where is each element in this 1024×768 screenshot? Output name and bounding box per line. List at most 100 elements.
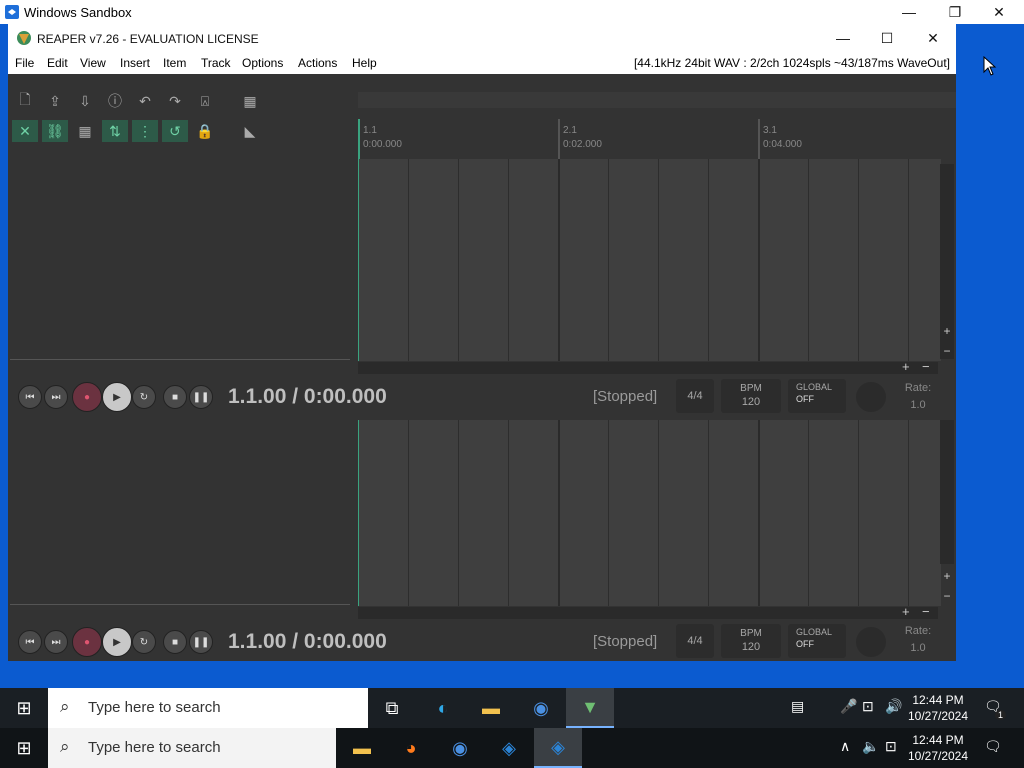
host-network-icon[interactable]: ⊡ xyxy=(885,738,897,755)
menu-insert[interactable]: Insert xyxy=(120,56,150,70)
sandbox-titlebar[interactable]: Windows Sandbox — ❐ ✕ xyxy=(0,0,1024,24)
grid-toggle-icon[interactable]: ▦ xyxy=(237,90,263,112)
menu-actions[interactable]: Actions xyxy=(298,56,337,70)
track-control-panel[interactable] xyxy=(8,159,358,359)
project-settings-icon[interactable]: ⓘ xyxy=(102,90,128,112)
go-to-end-icon[interactable]: ⏭ xyxy=(44,385,68,409)
record-button[interactable]: ● xyxy=(72,382,102,412)
ruler-icon[interactable]: ◣ xyxy=(237,120,263,142)
ruler-bar-1: 1.1 xyxy=(363,125,377,136)
host-volume-icon[interactable]: 🔈 xyxy=(862,738,879,755)
clock-time: 12:44 PM xyxy=(912,693,964,707)
reaper-minimize-button[interactable]: — xyxy=(820,24,866,52)
transport-time[interactable]: 1.1.00 / 0:00.000 xyxy=(228,385,387,409)
menu-view[interactable]: View xyxy=(80,56,106,70)
lock-icon[interactable]: 🔒 xyxy=(192,120,218,142)
sandbox-title: Windows Sandbox xyxy=(24,5,132,20)
zoom-out-vertical-icon[interactable]: − xyxy=(940,344,954,358)
firefox-icon[interactable]: ◕ xyxy=(387,728,435,768)
sandbox-minimize-button[interactable]: — xyxy=(886,0,932,24)
time-signature[interactable]: 4/4 xyxy=(676,379,714,413)
item-grouping-icon[interactable]: ⋮ xyxy=(132,120,158,142)
news-widget-icon[interactable]: ▤ xyxy=(791,698,804,715)
time-signature-2[interactable]: 4/4 xyxy=(676,624,714,658)
bpm-box[interactable]: BPM 120 xyxy=(721,379,781,413)
reaper-taskbar-icon[interactable]: ▼ xyxy=(566,688,614,728)
edge-icon[interactable]: ◐ xyxy=(419,688,467,728)
auto-crossfade-icon[interactable]: ✕ xyxy=(12,120,38,142)
task-view-icon[interactable]: ⧉ xyxy=(368,688,416,728)
metronome-icon[interactable]: ⍓ xyxy=(192,90,218,112)
reaper-window: REAPER v7.26 - EVALUATION LICENSE — ☐ ✕ … xyxy=(8,24,956,661)
menu-file[interactable]: File xyxy=(15,56,34,70)
menu-track[interactable]: Track xyxy=(201,56,231,70)
reaper-titlebar[interactable]: REAPER v7.26 - EVALUATION LICENSE — ☐ ✕ xyxy=(8,24,956,52)
snap-grid-icon[interactable]: ▦ xyxy=(72,120,98,142)
global-automation-box-2[interactable]: GLOBAL OFF xyxy=(788,624,846,658)
show-hidden-icons[interactable]: ∧ xyxy=(840,738,850,755)
search-box[interactable]: ⌕ Type here to search xyxy=(48,688,368,728)
menu-item[interactable]: Item xyxy=(163,56,186,70)
host-search-box[interactable]: ⌕ Type here to search xyxy=(48,728,336,768)
go-to-start-icon[interactable]: ⏮ xyxy=(18,385,42,409)
loop-repeat-icon[interactable]: ↺ xyxy=(162,120,188,142)
zoom-in-vertical-icon[interactable]: + xyxy=(940,324,954,338)
repeat-icon[interactable]: ↻ xyxy=(132,385,156,409)
chrome-icon[interactable]: ◉ xyxy=(517,688,565,728)
repeat-icon-2[interactable]: ↻ xyxy=(132,630,156,654)
network-icon[interactable]: ⊡ xyxy=(862,698,874,715)
stop-button[interactable]: ■ xyxy=(163,385,187,409)
sandbox-close-button[interactable]: ✕ xyxy=(976,0,1022,24)
playrate-knob-2[interactable] xyxy=(856,627,886,657)
file-explorer-icon[interactable]: ▬ xyxy=(467,688,515,728)
zoom-in-vertical-icon-2[interactable]: + xyxy=(940,569,954,583)
pause-button-2[interactable]: ❚❚ xyxy=(189,630,213,654)
microphone-icon[interactable]: 🎤 xyxy=(840,698,857,715)
pause-button[interactable]: ❚❚ xyxy=(189,385,213,409)
zoom-out-horizontal-icon-2[interactable]: − xyxy=(922,604,930,619)
arrange-view[interactable] xyxy=(358,159,941,361)
sandbox-active-icon[interactable]: ◈ xyxy=(534,728,582,768)
bpm-box-2[interactable]: BPM 120 xyxy=(721,624,781,658)
zoom-out-horizontal-icon[interactable]: − xyxy=(922,359,930,374)
play-button-2[interactable]: ▶ xyxy=(102,627,132,657)
playrate-knob[interactable] xyxy=(856,382,886,412)
reaper-close-button[interactable]: ✕ xyxy=(910,24,956,52)
rate-label: Rate: xyxy=(904,382,932,394)
undo-icon[interactable]: ↶ xyxy=(132,90,158,112)
host-chrome-icon[interactable]: ◉ xyxy=(436,728,484,768)
audio-status[interactable]: [44.1kHz 24bit WAV : 2/2ch 1024spls ~43/… xyxy=(634,56,950,70)
redo-icon[interactable]: ↷ xyxy=(162,90,188,112)
track-control-panel-2[interactable] xyxy=(8,420,358,604)
go-to-end-icon-2[interactable]: ⏭ xyxy=(44,630,68,654)
timeline-ruler[interactable]: 1.1 0:00.000 2.1 0:02.000 3.1 0:04.000 xyxy=(358,119,948,159)
ripple-edit-icon[interactable]: ⇅ xyxy=(102,120,128,142)
play-button[interactable]: ▶ xyxy=(102,382,132,412)
reaper-maximize-button[interactable]: ☐ xyxy=(864,24,910,52)
record-button-2[interactable]: ● xyxy=(72,627,102,657)
host-taskbar-clock[interactable]: 12:44 PM 10/27/2024 xyxy=(898,732,978,764)
sandbox-app-icon[interactable]: ◈ xyxy=(485,728,533,768)
taskbar-clock[interactable]: 12:44 PM 10/27/2024 xyxy=(898,692,978,724)
go-to-start-icon-2[interactable]: ⏮ xyxy=(18,630,42,654)
menu-options[interactable]: Options xyxy=(242,56,283,70)
transport-time-2[interactable]: 1.1.00 / 0:00.000 xyxy=(228,630,387,654)
host-file-explorer-icon[interactable]: ▬ xyxy=(338,728,386,768)
host-start-button[interactable]: ⊞ xyxy=(0,728,48,768)
open-project-icon[interactable]: ⇪ xyxy=(42,90,68,112)
stop-button-2[interactable]: ■ xyxy=(163,630,187,654)
vertical-scrollbar-2[interactable] xyxy=(940,420,954,564)
sandbox-restore-button[interactable]: ❐ xyxy=(932,0,978,24)
host-notification-icon[interactable]: 🗨 xyxy=(984,738,1002,755)
arrange-view-2[interactable] xyxy=(358,420,941,606)
start-button[interactable]: ⊞ xyxy=(0,688,48,728)
new-project-icon[interactable]: 🗋 xyxy=(12,90,38,112)
menu-edit[interactable]: Edit xyxy=(47,56,68,70)
menu-help[interactable]: Help xyxy=(352,56,377,70)
envelope-link-icon[interactable]: ⛓ xyxy=(42,120,68,142)
save-project-icon[interactable]: ⇩ xyxy=(72,90,98,112)
zoom-out-vertical-icon-2[interactable]: − xyxy=(940,589,954,603)
zoom-in-horizontal-icon[interactable]: + xyxy=(902,359,910,374)
zoom-in-horizontal-icon-2[interactable]: + xyxy=(902,604,910,619)
global-automation-box[interactable]: GLOBAL OFF xyxy=(788,379,846,413)
